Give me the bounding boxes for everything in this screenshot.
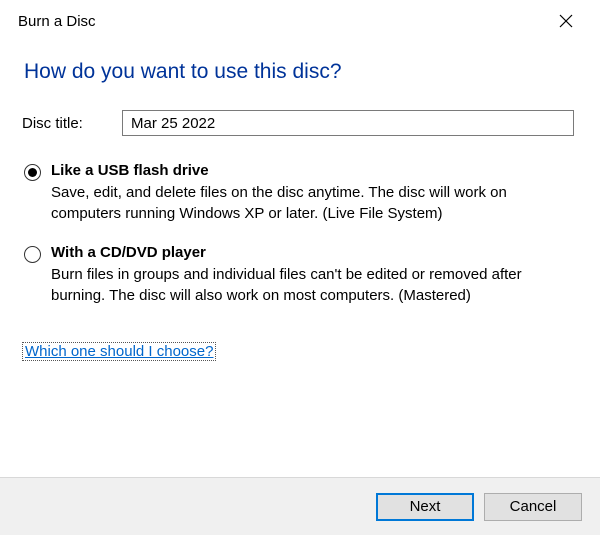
close-button[interactable]	[546, 5, 586, 37]
dialog-content: How do you want to use this disc? Disc t…	[0, 42, 600, 369]
dialog-heading: How do you want to use this disc?	[22, 60, 574, 84]
window-title: Burn a Disc	[18, 13, 96, 30]
next-button[interactable]: Next	[376, 493, 474, 521]
dialog-footer: Next Cancel	[0, 477, 600, 535]
disc-title-label: Disc title:	[22, 115, 122, 132]
option-title: With a CD/DVD player	[51, 244, 574, 261]
title-bar: Burn a Disc	[0, 0, 600, 42]
option-body: Like a USB flash drive Save, edit, and d…	[51, 162, 574, 224]
option-usb-flash-drive[interactable]: Like a USB flash drive Save, edit, and d…	[22, 162, 574, 224]
radio-usb-flash-drive[interactable]	[24, 164, 41, 181]
option-body: With a CD/DVD player Burn files in group…	[51, 244, 574, 306]
disc-title-input[interactable]	[122, 110, 574, 136]
option-title: Like a USB flash drive	[51, 162, 574, 179]
option-desc: Burn files in groups and individual file…	[51, 264, 574, 306]
close-icon	[559, 14, 573, 28]
option-cd-dvd-player[interactable]: With a CD/DVD player Burn files in group…	[22, 244, 574, 306]
help-link[interactable]: Which one should I choose?	[22, 342, 216, 361]
disc-title-row: Disc title:	[22, 110, 574, 136]
cancel-button[interactable]: Cancel	[484, 493, 582, 521]
option-desc: Save, edit, and delete files on the disc…	[51, 182, 574, 224]
radio-cd-dvd-player[interactable]	[24, 246, 41, 263]
